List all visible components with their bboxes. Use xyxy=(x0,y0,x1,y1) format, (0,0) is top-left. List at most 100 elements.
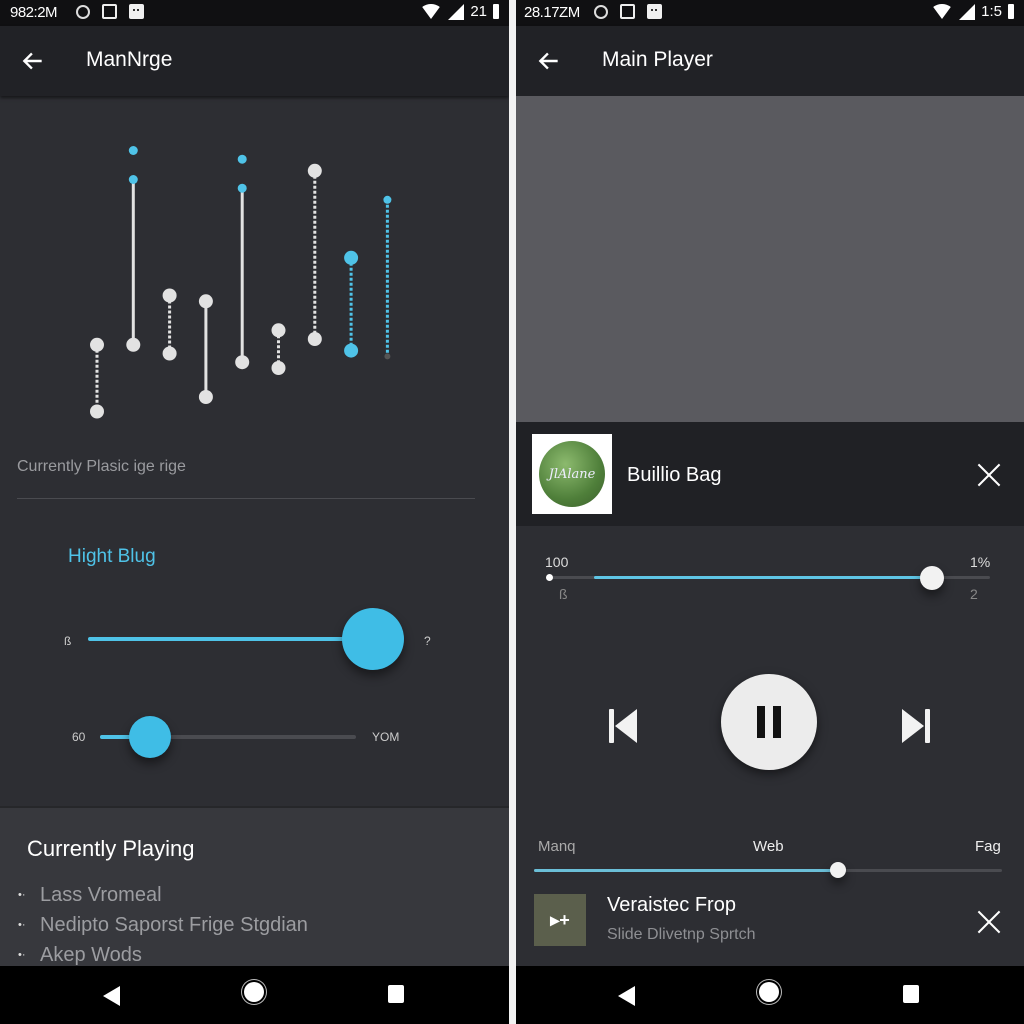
queue-item-thumbnail: ▸+ xyxy=(534,894,586,946)
slider2-min-label: 60 xyxy=(72,730,86,744)
nav-home-icon[interactable] xyxy=(759,982,779,1002)
eq-band-2[interactable] xyxy=(126,146,141,352)
nav-home-icon[interactable] xyxy=(244,982,264,1002)
currently-label: Currently Plasic ige rige xyxy=(17,458,186,475)
eq-band-6[interactable] xyxy=(271,323,286,375)
nav-back-icon[interactable] xyxy=(103,986,120,1006)
arrow-left-icon[interactable] xyxy=(536,48,562,74)
slider1-track[interactable] xyxy=(88,637,368,641)
page-title: Main Player xyxy=(602,48,713,71)
eq-band-4[interactable] xyxy=(198,294,213,404)
calendar-icon xyxy=(647,4,662,19)
currently-playing-heading: Currently Playing xyxy=(27,836,195,861)
progress-mid-label: Web xyxy=(753,838,784,855)
eq-band-bottom-handle[interactable] xyxy=(198,390,213,404)
status-right-text: 21 xyxy=(470,3,487,20)
eq-band-bottom-handle[interactable] xyxy=(307,332,322,346)
bullet-icon: •· xyxy=(18,919,26,931)
slider2-thumb[interactable] xyxy=(129,716,171,758)
left-screen: 982:2M 21 ManNrge Currently Plasic ige r… xyxy=(0,0,509,1024)
eq-band-top-handle[interactable] xyxy=(90,337,104,352)
eq-band-3[interactable] xyxy=(162,288,177,361)
now-playing-title: Buillio Bag xyxy=(627,464,722,486)
battery-icon xyxy=(493,4,499,19)
eq-band-top-handle[interactable] xyxy=(162,288,177,303)
progress-right-label: Fag xyxy=(975,838,1001,855)
queue-item-subtitle: Slide Dlivetnp Sprtch xyxy=(607,926,756,943)
eq-band-top-handle[interactable] xyxy=(198,294,213,309)
volume-right-sub: 2 xyxy=(970,586,978,602)
currently-playing-section: Currently Playing •· Lass Vromeal •· Nedip… xyxy=(0,806,509,966)
skip-next-icon[interactable] xyxy=(901,708,931,744)
album-art-area xyxy=(516,96,1024,422)
eq-band-9[interactable] xyxy=(383,195,392,360)
eq-band-8[interactable] xyxy=(344,250,359,358)
eq-band-bottom-handle[interactable] xyxy=(271,361,286,375)
eq-band-7[interactable] xyxy=(307,163,322,346)
nav-bar xyxy=(516,966,1024,1024)
list-item[interactable]: •· Nedipto Saporst Frige Stgdian xyxy=(18,910,308,940)
eq-band-1[interactable] xyxy=(90,337,104,419)
eq-band-bottom-handle[interactable] xyxy=(162,346,177,361)
eq-band-top-handle[interactable] xyxy=(271,323,286,338)
status-time: 28.17ZM xyxy=(524,4,580,21)
divider xyxy=(17,498,475,499)
status-time: 982:2M xyxy=(10,4,58,21)
queue-item-title[interactable]: Veraistec Frop xyxy=(607,894,736,917)
battery-icon xyxy=(1008,4,1014,19)
right-screen: 28.17ZM 1:5 Main Player JlAlane Buillio … xyxy=(516,0,1024,1024)
list-item[interactable]: •· Lass Vromeal xyxy=(18,880,308,910)
progress-left-label: Manq xyxy=(538,838,576,855)
nav-recents-icon[interactable] xyxy=(903,985,919,1003)
eq-band-top-handle[interactable] xyxy=(237,183,247,193)
album-thumbnail: JlAlane xyxy=(532,434,612,514)
equalizer[interactable] xyxy=(0,96,509,436)
eq-band-bottom-handle[interactable] xyxy=(235,355,250,370)
square-icon xyxy=(620,4,635,19)
wifi-icon xyxy=(420,4,443,19)
status-bar: 982:2M 21 xyxy=(0,0,509,26)
status-bar: 28.17ZM 1:5 xyxy=(516,0,1024,26)
eq-band-top-handle[interactable] xyxy=(128,175,138,184)
slider1-max-label: ? xyxy=(424,634,431,648)
eq-band-bottom-handle[interactable] xyxy=(384,353,391,360)
slider2-max-label: YOM xyxy=(372,730,400,744)
now-playing-card[interactable]: JlAlane Buillio Bag xyxy=(516,422,1024,526)
eq-band-bottom-handle[interactable] xyxy=(344,343,359,358)
bullet-icon: •· xyxy=(18,949,26,961)
eq-band-top-handle[interactable] xyxy=(383,195,392,204)
volume-thumb[interactable] xyxy=(920,566,944,590)
signal-icon xyxy=(448,3,465,20)
close-icon[interactable] xyxy=(976,909,1002,935)
notification-icon xyxy=(76,4,90,19)
eq-band-peak-dot xyxy=(128,146,138,155)
close-icon[interactable] xyxy=(976,462,1002,488)
eq-band-bottom-handle[interactable] xyxy=(90,404,104,419)
volume-left-sub: ß xyxy=(559,586,568,602)
progress-thumb[interactable] xyxy=(830,862,846,878)
nav-back-icon[interactable] xyxy=(618,986,635,1006)
nav-recents-icon[interactable] xyxy=(388,985,404,1003)
eq-band-top-handle[interactable] xyxy=(307,163,322,178)
skip-previous-icon[interactable] xyxy=(608,708,638,744)
wifi-icon xyxy=(931,4,954,19)
volume-right-label: 1% xyxy=(970,554,991,570)
calendar-icon xyxy=(129,4,144,19)
arrow-left-icon[interactable] xyxy=(20,48,46,74)
eq-band-5[interactable] xyxy=(235,154,250,370)
pause-button[interactable] xyxy=(721,674,817,770)
notification-icon xyxy=(594,4,608,19)
page-title: ManNrge xyxy=(86,48,173,71)
bullet-icon: •· xyxy=(18,889,26,901)
eq-band-top-handle[interactable] xyxy=(344,250,359,265)
signal-icon xyxy=(959,3,976,20)
hight-label: Hight Blug xyxy=(68,546,156,567)
volume-left-label: 100 xyxy=(545,554,569,570)
volume-min-dot xyxy=(546,574,553,581)
slider1-thumb[interactable] xyxy=(342,608,404,670)
volume-fill xyxy=(594,576,932,579)
eq-band-bottom-handle[interactable] xyxy=(126,337,141,352)
slider1-min-label: ß xyxy=(64,634,72,648)
eq-band-peak-dot xyxy=(237,154,247,164)
status-right-text: 1:5 xyxy=(981,3,1002,20)
